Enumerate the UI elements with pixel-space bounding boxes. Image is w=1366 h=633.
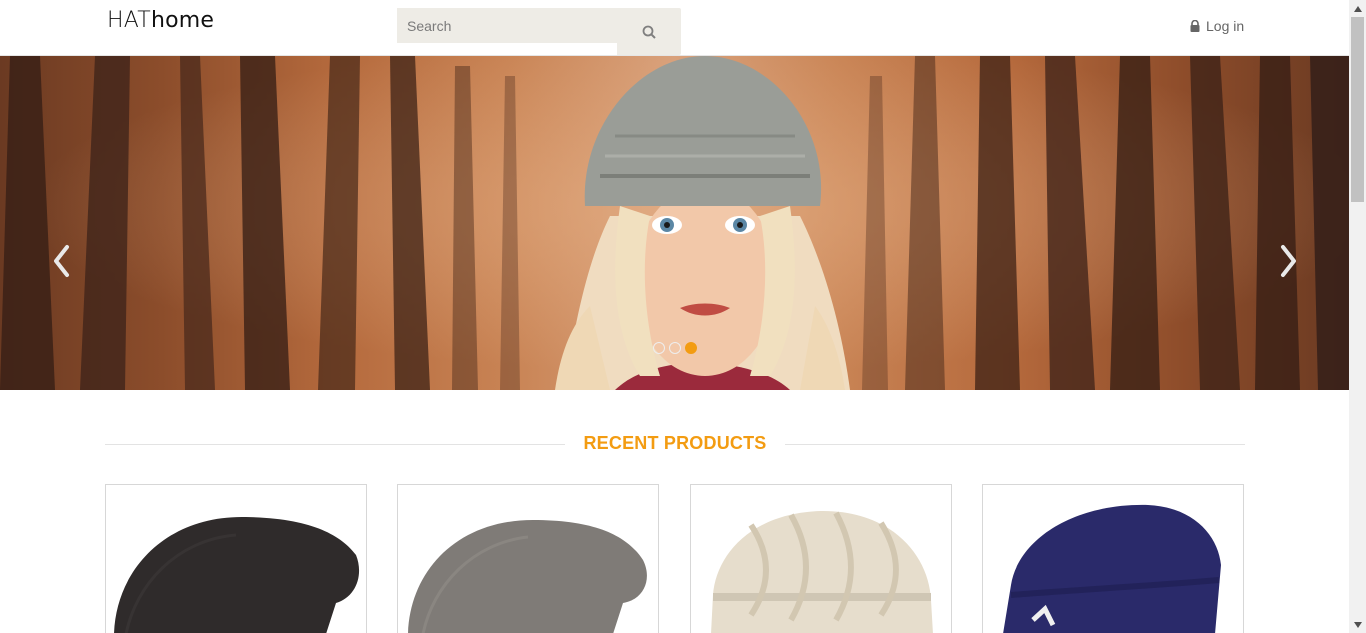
product-image bbox=[408, 520, 647, 633]
logo-hat: HAT bbox=[107, 8, 151, 33]
product-image bbox=[114, 516, 360, 633]
chevron-right-icon bbox=[1281, 245, 1296, 277]
scroll-thumb[interactable] bbox=[1351, 17, 1364, 202]
product-image bbox=[711, 510, 933, 633]
scroll-down-icon bbox=[1353, 621, 1362, 628]
recent-products-heading: RECENT PRODUCTS bbox=[105, 433, 1245, 455]
product-card-3[interactable] bbox=[690, 484, 952, 633]
scroll-up-button[interactable] bbox=[1349, 0, 1366, 17]
product-card-1[interactable] bbox=[105, 484, 367, 633]
product-image bbox=[1003, 504, 1221, 633]
carousel-dot-1[interactable] bbox=[653, 342, 665, 354]
search-gap bbox=[397, 43, 617, 55]
carousel-prev-button[interactable] bbox=[47, 241, 77, 281]
product-card-2[interactable] bbox=[397, 484, 659, 633]
hero-image bbox=[0, 56, 1349, 390]
scroll-down-button[interactable] bbox=[1349, 616, 1366, 633]
section-title: RECENT PRODUCTS bbox=[583, 433, 767, 453]
carousel-indicators bbox=[653, 342, 697, 354]
product-card-4[interactable] bbox=[982, 484, 1244, 633]
search-input[interactable] bbox=[397, 8, 617, 43]
carousel-dot-3[interactable] bbox=[685, 342, 697, 354]
lock-icon bbox=[1190, 20, 1200, 32]
logo-home: home bbox=[150, 8, 215, 33]
search-bar bbox=[397, 8, 681, 55]
carousel-dot-2[interactable] bbox=[669, 342, 681, 354]
search-icon bbox=[642, 25, 656, 39]
page: HAThome Log in bbox=[0, 0, 1366, 633]
search-button[interactable] bbox=[617, 8, 681, 55]
chevron-left-icon bbox=[54, 245, 69, 277]
carousel-next-button[interactable] bbox=[1273, 241, 1303, 281]
login-link[interactable]: Log in bbox=[1190, 18, 1244, 34]
login-label: Log in bbox=[1206, 18, 1245, 34]
hero-carousel bbox=[0, 56, 1349, 390]
site-logo[interactable]: HAThome bbox=[107, 8, 214, 33]
page-scrollbar[interactable] bbox=[1349, 0, 1366, 633]
product-grid bbox=[105, 484, 1245, 633]
site-header: HAThome Log in bbox=[0, 0, 1349, 56]
scroll-up-icon bbox=[1353, 5, 1362, 12]
